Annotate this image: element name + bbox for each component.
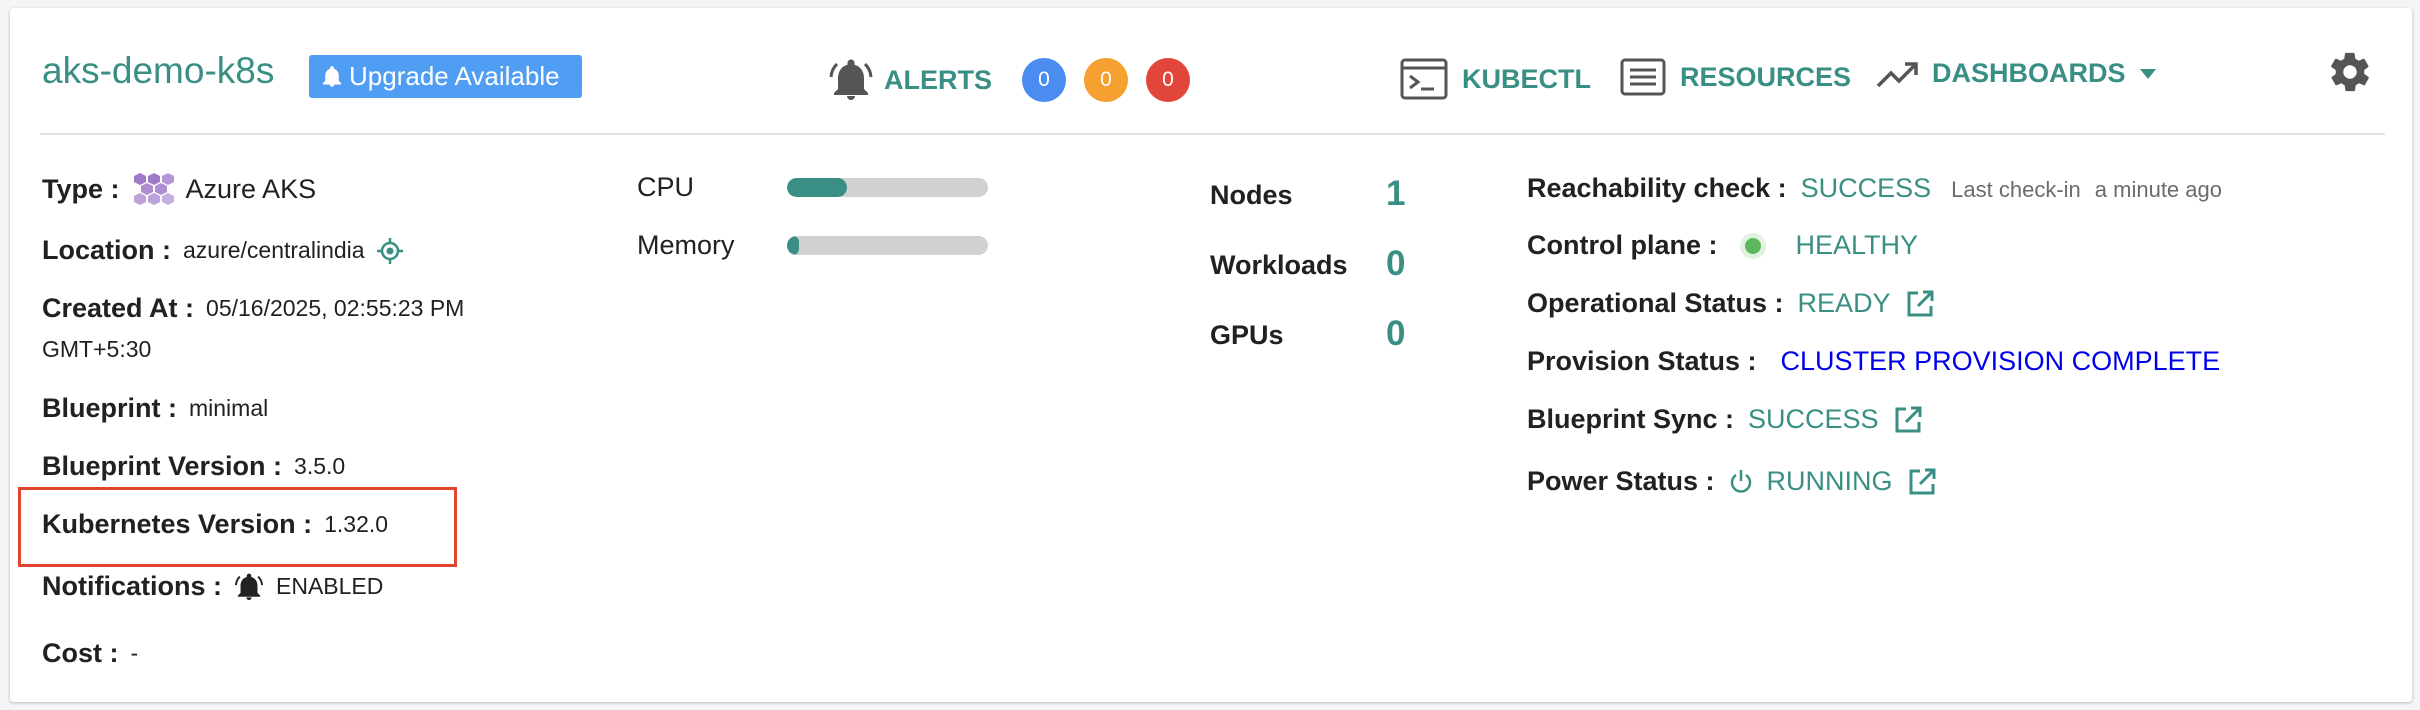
notifications-label: Notifications : xyxy=(42,571,222,601)
cpu-usage-fill xyxy=(787,178,848,197)
cost-row: Cost : - xyxy=(42,638,138,669)
power-icon xyxy=(1729,469,1753,495)
memory-usage-bar xyxy=(787,236,988,255)
created-value-timezone: GMT+5:30 xyxy=(42,336,152,362)
memory-usage-fill xyxy=(787,236,800,255)
last-checkin-label: Last check-in xyxy=(1951,177,2081,202)
last-checkin-value: a minute ago xyxy=(2094,177,2222,202)
created-row: Created At : 05/16/2025, 02:55:23 PM xyxy=(42,293,464,324)
blueprint-row: Blueprint : minimal xyxy=(42,393,268,424)
kubernetes-version-label: Kubernetes Version : xyxy=(42,509,313,539)
location-target-icon[interactable] xyxy=(376,237,403,264)
reachability-row: Reachability check : SUCCESS Last check-… xyxy=(1527,173,2222,204)
resources-label: RESOURCES xyxy=(1680,61,1852,92)
resources-button[interactable]: RESOURCES xyxy=(1620,58,1851,96)
reachability-label: Reachability check : xyxy=(1527,173,1787,203)
alerts-label[interactable]: ALERTS xyxy=(884,65,992,96)
bell-icon xyxy=(323,65,341,88)
list-icon xyxy=(1620,58,1666,96)
location-label: Location : xyxy=(42,235,171,265)
healthy-status-dot xyxy=(1738,231,1768,261)
kubectl-label: KUBECTL xyxy=(1462,63,1591,94)
blueprint-version-row: Blueprint Version : 3.5.0 xyxy=(42,451,345,482)
operational-status-value: READY xyxy=(1797,288,1891,318)
external-link-icon[interactable] xyxy=(1907,467,1937,497)
cost-value: - xyxy=(130,640,139,666)
gpus-label: GPUs xyxy=(1210,320,1284,350)
power-status-row: Power Status : RUNNING xyxy=(1527,466,1937,497)
blueprint-value: minimal xyxy=(189,395,269,421)
operational-status-row: Operational Status : READY xyxy=(1527,288,1935,319)
upgrade-available-label: Upgrade Available xyxy=(349,61,560,91)
cost-label: Cost : xyxy=(42,638,119,668)
provision-status-label: Provision Status : xyxy=(1527,346,1757,376)
reachability-value: SUCCESS xyxy=(1800,173,1932,203)
location-value: azure/centralindia xyxy=(183,237,365,263)
type-label: Type : xyxy=(42,173,120,204)
power-status-value: RUNNING xyxy=(1766,466,1893,496)
kubectl-button[interactable]: KUBECTL xyxy=(1400,58,1591,100)
upgrade-available-button[interactable]: Upgrade Available xyxy=(309,55,582,98)
notifications-row: Notifications : ENABLED xyxy=(42,571,383,602)
power-status-label: Power Status : xyxy=(1527,466,1715,496)
provision-status-value[interactable]: CLUSTER PROVISION COMPLETE xyxy=(1781,346,2221,377)
kubernetes-version-value: 1.32.0 xyxy=(324,511,389,537)
header-divider xyxy=(40,133,2385,135)
dashboards-label: DASHBOARDS xyxy=(1932,58,2126,88)
alert-count-info[interactable]: 0 xyxy=(1022,58,1066,102)
memory-label: Memory xyxy=(637,230,735,260)
external-link-icon[interactable] xyxy=(1893,405,1923,435)
workloads-label: Workloads xyxy=(1210,250,1348,280)
workloads-value[interactable]: 0 xyxy=(1386,244,1405,284)
blueprint-sync-value: SUCCESS xyxy=(1748,404,1879,434)
alert-count-critical[interactable]: 0 xyxy=(1146,58,1190,102)
azure-aks-icon xyxy=(132,171,174,207)
created-value-date: 05/16/2025, 02:55:23 PM xyxy=(206,295,465,321)
type-row: Type : Azure AKS xyxy=(42,171,316,207)
kubernetes-version-row: Kubernetes Version : 1.32.0 xyxy=(42,509,388,540)
alert-count-warning[interactable]: 0 xyxy=(1084,58,1128,102)
type-value: Azure AKS xyxy=(185,173,317,204)
operational-status-label: Operational Status : xyxy=(1527,288,1784,318)
blueprint-sync-row: Blueprint Sync : SUCCESS xyxy=(1527,404,1923,435)
blueprint-version-value: 3.5.0 xyxy=(294,453,346,479)
nodes-label: Nodes xyxy=(1210,180,1293,210)
caret-down-icon xyxy=(2139,68,2156,79)
control-plane-label: Control plane : xyxy=(1527,230,1718,260)
gear-icon[interactable] xyxy=(2327,49,2373,95)
notifications-value: ENABLED xyxy=(276,573,384,599)
blueprint-version-label: Blueprint Version : xyxy=(42,451,283,481)
alerts-bell-icon xyxy=(828,58,874,102)
cluster-card: aks-demo-k8s Upgrade Available ALERTS 0 … xyxy=(10,8,2412,702)
cpu-label: CPU xyxy=(637,172,695,202)
control-plane-row: Control plane : HEALTHY xyxy=(1527,230,1918,261)
external-link-icon[interactable] xyxy=(1905,289,1935,319)
nodes-value[interactable]: 1 xyxy=(1386,174,1405,214)
location-row: Location : azure/centralindia xyxy=(42,235,403,266)
control-plane-value: HEALTHY xyxy=(1795,230,1919,260)
created-label: Created At : xyxy=(42,293,195,323)
terminal-icon xyxy=(1400,58,1448,100)
blueprint-sync-label: Blueprint Sync : xyxy=(1527,404,1735,434)
dashboards-button[interactable]: DASHBOARDS xyxy=(1876,58,2156,89)
alerts-section[interactable]: ALERTS 0 0 0 xyxy=(828,58,1190,102)
notifications-bell-icon xyxy=(234,572,264,602)
trending-up-icon xyxy=(1876,59,1918,89)
provision-status-row: Provision Status : CLUSTER PROVISION COM… xyxy=(1527,346,2220,377)
gpus-value[interactable]: 0 xyxy=(1386,314,1405,354)
blueprint-label: Blueprint : xyxy=(42,393,177,423)
cluster-name[interactable]: aks-demo-k8s xyxy=(42,50,274,92)
cpu-usage-bar xyxy=(787,178,988,197)
